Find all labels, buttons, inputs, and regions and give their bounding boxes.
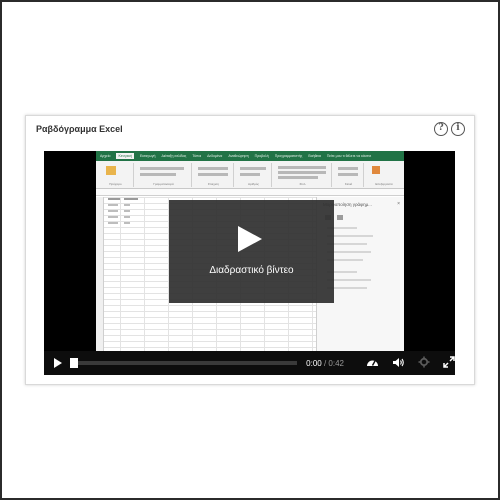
play-icon[interactable] [238,226,262,252]
ribbon-tab: Προβολή [254,154,269,158]
overlay-label: Διαδραστικό βίντεο [209,265,294,276]
fullscreen-icon[interactable] [443,356,455,370]
info-icon[interactable]: i [451,122,465,136]
ribbon-tab: Προγραμματιστής [274,154,303,158]
time-separator: / [323,358,327,368]
video-player[interactable]: Αρχείο Κεντρική Εισαγωγή Διάταξη σελίδας… [44,151,455,375]
ribbon-tab: Αναθεώρηση [228,154,249,158]
play-overlay[interactable]: Διαδραστικό βίντεο [169,200,334,303]
ribbon-tab: Δεδομένα [207,154,223,158]
duration: 0:42 [328,358,344,368]
control-bar: 0:00 / 0:42 [44,351,455,375]
current-time: 0:00 [306,358,322,368]
ribbon-group: Πρόχειρο [98,163,134,187]
ribbon-tab: Τύποι [192,154,202,158]
formula-bar [96,189,404,196]
progress-handle[interactable] [70,358,78,368]
ribbon-tabs: Αρχείο Κεντρική Εισαγωγή Διάταξη σελίδας… [96,151,404,161]
ribbon-tab: Εισαγωγή [139,154,156,158]
gear-icon[interactable] [418,356,430,370]
volume-icon[interactable] [392,357,405,370]
card-title: Ραβδόγραμμα Excel [36,124,123,134]
ribbon-tab: Αρχείο [100,154,111,158]
help-icon[interactable]: ? [434,122,448,136]
ribbon-group: Γραμματοσειρά [136,163,192,187]
ribbon-tab: Πείτε μου τι θέλετε να κάνετε [326,154,372,158]
card-actions: ? i [434,122,465,136]
ribbon-group: Κελιά [334,163,364,187]
ribbon-body: Πρόχειρο Γραμματοσειρά Στοίχιση Αριθμός [96,161,404,189]
ribbon-tab: Βοήθεια [308,154,321,158]
progress-bar[interactable] [70,358,298,368]
ribbon-group: Στυλ [274,163,332,187]
play-icon[interactable] [54,358,62,368]
speedometer-icon[interactable] [366,357,379,370]
ribbon-tab: Κεντρική [116,153,134,159]
ribbon-tab: Διάταξη σελίδας [161,154,187,158]
close-icon: × [397,201,400,207]
ribbon-group: Επεξεργασία [366,163,402,187]
time-display: 0:00 / 0:42 [306,359,344,368]
ribbon-group: Αριθμός [236,163,272,187]
ribbon-group: Στοίχιση [194,163,234,187]
video-card: Ραβδόγραμμα Excel ? i Αρχείο Κεντρική Ει… [25,115,475,385]
